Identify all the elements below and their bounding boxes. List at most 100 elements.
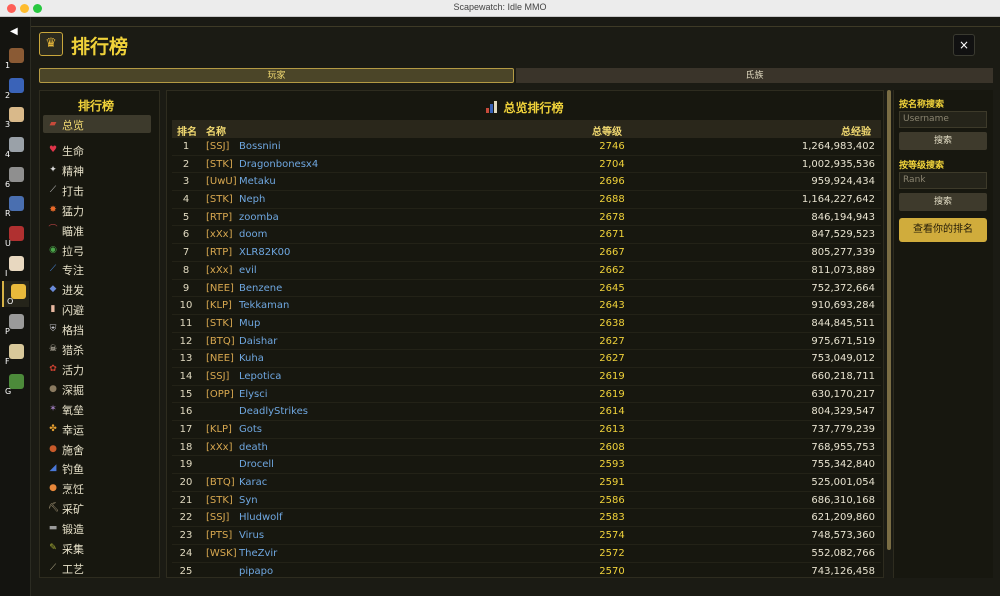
category-item[interactable]: ✿ 活力 xyxy=(43,360,151,378)
category-item[interactable]: ⛏ 采矿 xyxy=(43,499,151,517)
category-item[interactable]: ⟋ 打击 xyxy=(43,181,151,199)
nav-button-crossed-swords[interactable]: 4 xyxy=(2,134,29,160)
player-name-link[interactable]: Hludwolf xyxy=(239,512,283,523)
player-name-link[interactable]: Neph xyxy=(239,194,265,205)
category-item[interactable]: ◢ 钓鱼 xyxy=(43,459,151,477)
nav-button-shop[interactable]: U xyxy=(2,223,29,249)
username-search-input[interactable]: Username xyxy=(899,111,987,128)
player-name-link[interactable]: death xyxy=(239,442,268,453)
nav-button-crown[interactable]: O xyxy=(2,281,29,307)
search-rank-button[interactable]: 搜索 xyxy=(899,193,987,211)
table-row[interactable]: 19 Drocell 2593 755,342,840 xyxy=(172,456,881,475)
category-item[interactable]: ✦ 精神 xyxy=(43,161,151,179)
tab-players[interactable]: 玩家 xyxy=(39,68,514,83)
category-item[interactable]: ● 深掘 xyxy=(43,380,151,398)
category-item[interactable]: ⟋ 专注 xyxy=(43,260,151,278)
category-item[interactable]: ● 施舍 xyxy=(43,440,151,458)
table-row[interactable]: 7 [RTP] XLR82K00 2667 805,277,339 xyxy=(172,244,881,262)
player-name-link[interactable]: Drocell xyxy=(239,459,274,470)
player-name-link[interactable]: Karac xyxy=(239,477,267,488)
player-name-link[interactable]: DeadlyStrikes xyxy=(239,406,308,417)
table-row[interactable]: 10 [KLP] Tekkaman 2643 910,693,284 xyxy=(172,297,881,315)
category-item[interactable]: ◉ 拉弓 xyxy=(43,241,151,259)
category-item[interactable]: ✶ 氧垒 xyxy=(43,400,151,418)
search-name-button[interactable]: 搜索 xyxy=(899,132,987,150)
column-header-level[interactable]: 总等级 xyxy=(592,123,622,138)
table-row[interactable]: 8 [xXx] evil 2662 811,073,889 xyxy=(172,262,881,280)
player-name-link[interactable]: Syn xyxy=(239,495,258,506)
category-item[interactable]: ▰ 总览 xyxy=(43,115,151,133)
table-row[interactable]: 16 DeadlyStrikes 2614 804,329,547 xyxy=(172,403,881,421)
category-item[interactable]: ✎ 采集 xyxy=(43,539,151,557)
nav-button-chest[interactable]: 1 xyxy=(2,45,29,71)
nav-button-wreath[interactable]: G xyxy=(2,371,29,397)
table-row[interactable]: 24 [WSK] TheZvir 2572 552,082,766 xyxy=(172,545,881,563)
view-my-rank-button[interactable]: 查看你的排名 xyxy=(899,218,987,242)
table-row[interactable]: 22 [SSJ] Hludwolf 2583 621,209,860 xyxy=(172,509,881,528)
tab-clans[interactable]: 氏族 xyxy=(516,68,993,83)
table-row[interactable]: 14 [SSJ] Lepotica 2619 660,218,711 xyxy=(172,368,881,386)
category-item[interactable]: ▬ 锻造 xyxy=(43,519,151,537)
category-item[interactable]: ✸ 猛力 xyxy=(43,201,151,219)
category-item[interactable]: ☠ 猎杀 xyxy=(43,340,151,358)
table-scrollbar[interactable] xyxy=(887,90,891,550)
nav-button-bank[interactable]: I xyxy=(2,253,29,279)
table-row[interactable]: 15 [OPP] Elysci 2619 630,170,217 xyxy=(172,386,881,404)
table-row[interactable]: 3 [UwU] Metaku 2696 959,924,434 xyxy=(172,173,881,192)
table-row[interactable]: 9 [NEE] Benzene 2645 752,372,664 xyxy=(172,280,881,298)
player-name-link[interactable]: Daishar xyxy=(239,336,277,347)
player-name-link[interactable]: zoomba xyxy=(239,212,279,223)
close-button[interactable]: × xyxy=(953,34,975,56)
column-header-name[interactable]: 名称 xyxy=(206,123,226,138)
player-name-link[interactable]: XLR82K00 xyxy=(239,247,290,258)
table-row[interactable]: 21 [STK] Syn 2586 686,310,168 xyxy=(172,492,881,510)
nav-button-spellbook[interactable]: R xyxy=(2,193,29,219)
player-name-link[interactable]: pipapo xyxy=(239,566,273,577)
category-item[interactable]: ▮ 闪避 xyxy=(43,300,151,318)
player-name-link[interactable]: Kuha xyxy=(239,353,264,364)
player-name-link[interactable]: Mup xyxy=(239,318,260,329)
table-row[interactable]: 1 [SSJ] Bossnini 2746 1,264,983,402 xyxy=(172,138,881,156)
player-name-link[interactable]: doom xyxy=(239,229,267,240)
player-name-link[interactable]: Dragonbonesx4 xyxy=(239,159,318,170)
player-name-link[interactable]: Gots xyxy=(239,424,262,435)
table-row[interactable]: 18 [xXx] death 2608 768,955,753 xyxy=(172,439,881,457)
nav-hotkey-label: F xyxy=(5,357,10,366)
table-row[interactable]: 5 [RTP] zoomba 2678 846,194,943 xyxy=(172,209,881,227)
player-name-link[interactable]: Tekkaman xyxy=(239,300,289,311)
player-name-link[interactable]: Bossnini xyxy=(239,141,281,152)
table-row[interactable]: 12 [BTQ] Daishar 2627 975,671,519 xyxy=(172,333,881,351)
rank-search-input[interactable]: Rank xyxy=(899,172,987,189)
category-item[interactable]: ✤ 幸运 xyxy=(43,420,151,438)
column-header-xp[interactable]: 总经验 xyxy=(841,123,871,138)
column-header-rank[interactable]: 排名 xyxy=(177,123,197,138)
player-name-link[interactable]: Benzene xyxy=(239,283,282,294)
category-item[interactable]: ⛨ 格挡 xyxy=(43,320,151,338)
player-name-link[interactable]: Virus xyxy=(239,530,264,541)
table-row[interactable]: 20 [BTQ] Karac 2591 525,001,054 xyxy=(172,474,881,492)
table-row[interactable]: 13 [NEE] Kuha 2627 753,049,012 xyxy=(172,350,881,368)
table-row[interactable]: 23 [PTS] Virus 2574 748,573,360 xyxy=(172,527,881,545)
nav-button-anvil[interactable]: 6 xyxy=(2,164,29,190)
category-item[interactable]: ● 烹饪 xyxy=(43,479,151,497)
table-row[interactable]: 4 [STK] Neph 2688 1,164,227,642 xyxy=(172,191,881,209)
category-item[interactable]: ⟋ 工艺 xyxy=(43,559,151,577)
player-name-link[interactable]: Lepotica xyxy=(239,371,281,382)
category-item[interactable]: ◆ 进发 xyxy=(43,280,151,298)
nav-button-stats[interactable]: 2 xyxy=(2,75,29,101)
nav-button-scroll[interactable]: 3 xyxy=(2,104,29,130)
player-name-link[interactable]: Metaku xyxy=(239,176,276,187)
nav-button-gear[interactable]: P xyxy=(2,311,29,337)
nav-button-magnifier[interactable]: F xyxy=(2,341,29,367)
collapse-nav-icon[interactable]: ◀ xyxy=(10,26,18,37)
table-row[interactable]: 11 [STK] Mup 2638 844,845,511 xyxy=(172,315,881,333)
table-row[interactable]: 2 [STK] Dragonbonesx4 2704 1,002,935,536 xyxy=(172,156,881,174)
table-row[interactable]: 6 [xXx] doom 2671 847,529,523 xyxy=(172,226,881,245)
table-row[interactable]: 17 [KLP] Gots 2613 737,779,239 xyxy=(172,421,881,439)
player-name-link[interactable]: Elysci xyxy=(239,389,268,400)
category-item[interactable]: ⌒ 瞄准 xyxy=(43,221,151,239)
player-name-link[interactable]: TheZvir xyxy=(239,548,277,559)
player-name-link[interactable]: evil xyxy=(239,265,257,276)
category-item[interactable]: ♥ 生命 xyxy=(43,141,151,159)
table-row[interactable]: 25 pipapo 2570 743,126,458 xyxy=(172,563,881,578)
